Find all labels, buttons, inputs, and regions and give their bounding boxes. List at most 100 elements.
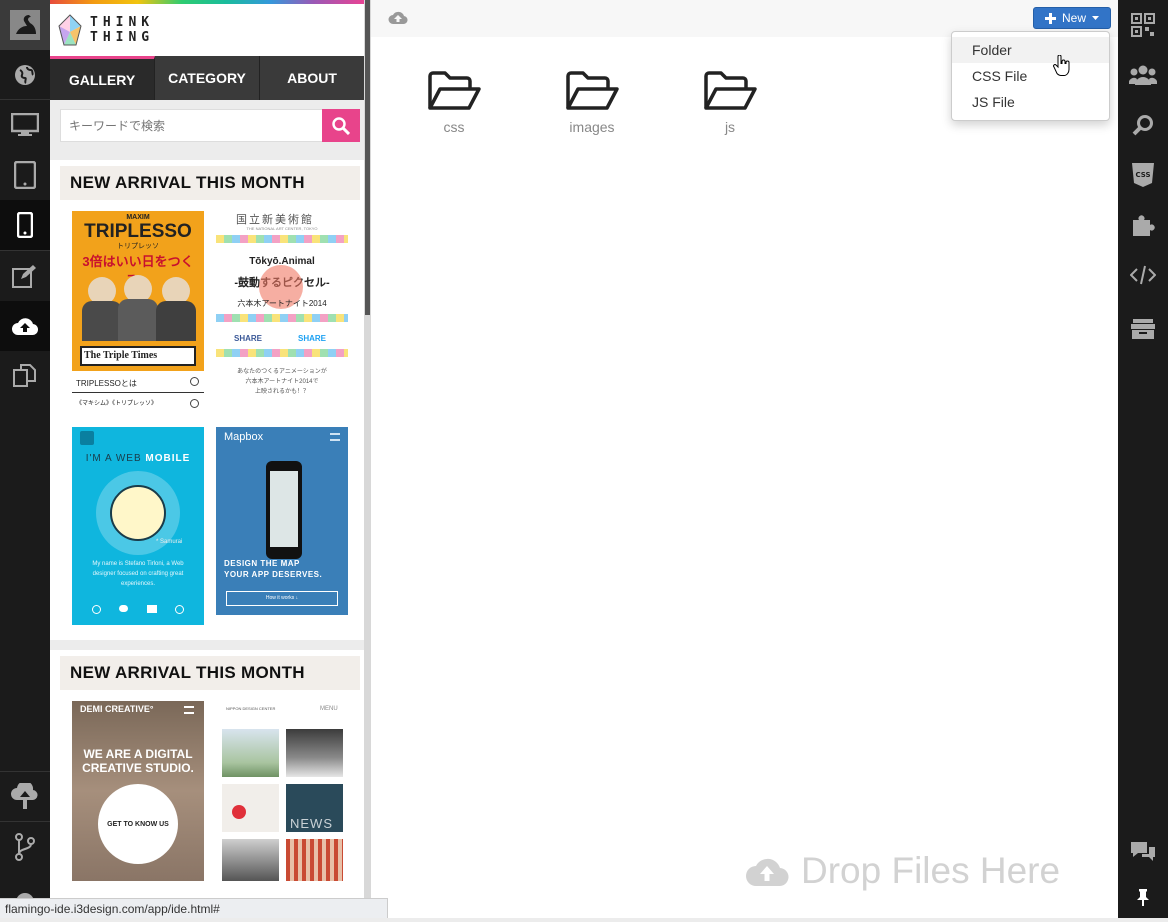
triplesso-photo: [82, 271, 196, 341]
menu-item-folder[interactable]: Folder: [952, 37, 1109, 63]
card-tokyo-animal[interactable]: 国立新美術館 THE NATIONAL ART CENTER, TOKYO Tō…: [216, 211, 348, 409]
webmobile-desc-3: experiences.: [120, 581, 156, 587]
tokyo-foot-3: 上映されるかも！？: [254, 389, 309, 395]
desktop-icon[interactable]: [0, 100, 50, 150]
webmobile-title-1: I'M A WEB: [85, 453, 142, 464]
new-button[interactable]: New: [1033, 7, 1111, 29]
pixel-strip: [216, 349, 348, 357]
edit-icon[interactable]: [0, 251, 50, 301]
mapbox-brand: Mapbox: [224, 431, 264, 443]
folder-js[interactable]: js: [680, 70, 780, 135]
cloud-upload-icon[interactable]: [388, 9, 408, 30]
tokyo-subheader: THE NATIONAL ART CENTER, TOKYO: [246, 226, 318, 231]
folder-css[interactable]: css: [404, 70, 504, 135]
triplesso-link-1[interactable]: TRIPLESSOとは: [76, 378, 137, 389]
copy-icon[interactable]: [0, 351, 50, 401]
nippon-menu[interactable]: MENU: [320, 706, 338, 712]
nav-gallery[interactable]: GALLERY: [50, 56, 155, 100]
left-toolbar: [0, 0, 50, 918]
section-new-arrival-2: NEW ARRIVAL THIS MONTH DEMI CREATIVE° WE…: [60, 650, 360, 890]
phone-icon[interactable]: [0, 200, 50, 250]
pin-icon[interactable]: [1118, 872, 1168, 922]
thinkthing-logo-icon: [58, 14, 82, 46]
triplesso-title: TRIPLESSO: [84, 221, 192, 242]
webmobile-desc-1: My name is Stefano Tirloni, a Web: [92, 561, 184, 567]
puzzle-icon[interactable]: [1118, 200, 1168, 250]
mapbox-button[interactable]: How it works ↓: [226, 591, 338, 606]
card-triplesso[interactable]: MAXIM TRIPLESSO トリプレッソ 3倍はいい日をつくる。 The T…: [72, 211, 204, 409]
chat-icon[interactable]: [1118, 827, 1168, 877]
drop-zone-label: Drop Files Here: [801, 850, 1061, 891]
qr-code-icon[interactable]: [1118, 0, 1168, 50]
triplesso-sub: トリプレッソ: [117, 243, 159, 250]
chevron-circle-icon: [190, 377, 199, 386]
section-title: NEW ARRIVAL THIS MONTH: [60, 160, 360, 200]
cloud-upload-icon: [746, 858, 789, 887]
logo-line-2: THING: [90, 30, 155, 45]
photo-car: [286, 729, 343, 777]
twitter-share[interactable]: SHARE: [298, 334, 326, 343]
site-nav: GALLERY CATEGORY ABOUT: [50, 56, 364, 100]
keyword-search-input[interactable]: [60, 109, 322, 142]
photo-objects: [222, 784, 279, 832]
tokyo-foot-2: 六本木アートナイト2014で: [245, 379, 319, 385]
pinterest-icon[interactable]: [174, 605, 184, 614]
card-web-mobile[interactable]: I'M A WEB MOBILE * Samurai My name is St…: [72, 427, 204, 625]
triplesso-link-2[interactable]: 《マキシム》《トリプレッソ》: [76, 398, 157, 407]
card-nippon-design[interactable]: NIPPON DESIGN CENTER MENU NEWS: [216, 701, 348, 881]
facebook-share[interactable]: SHARE: [234, 334, 262, 343]
deploy-icon[interactable]: [0, 772, 50, 822]
photo-building: [222, 839, 279, 881]
photo-wood: [286, 839, 343, 881]
search-icon[interactable]: [1118, 100, 1168, 150]
hand-cursor-icon: [1053, 54, 1071, 82]
menu-icon[interactable]: [330, 433, 340, 441]
cloud-upload-icon[interactable]: [0, 301, 50, 351]
behance-icon[interactable]: [146, 605, 157, 613]
tablet-icon[interactable]: [0, 150, 50, 200]
archive-icon[interactable]: [1118, 304, 1168, 354]
right-toolbar: CSS: [1118, 0, 1168, 918]
card-mapbox[interactable]: Mapbox DESIGN THE MAP YOUR APP DESERVES.…: [216, 427, 348, 615]
nav-category[interactable]: CATEGORY: [155, 56, 260, 100]
menu-icon[interactable]: [80, 431, 94, 445]
triplesso-paper-title: The Triple Times: [84, 350, 158, 361]
dribbble-icon[interactable]: [92, 605, 101, 614]
webmobile-desc-2: designer focused on crafting great: [92, 571, 184, 577]
card-demi-creative[interactable]: DEMI CREATIVE° WE ARE A DIGITAL CREATIVE…: [72, 701, 204, 881]
swan-logo-icon[interactable]: [0, 0, 50, 50]
css-icon[interactable]: CSS: [1118, 150, 1168, 200]
drop-zone[interactable]: Drop Files Here: [745, 850, 1060, 892]
nav-about[interactable]: ABOUT: [260, 56, 364, 100]
mobile-preview: THINK THING GALLERY CATEGORY ABOUT NEW A…: [50, 0, 364, 918]
users-icon[interactable]: [1118, 50, 1168, 100]
nippon-news: NEWS: [290, 816, 333, 831]
tokyo-header: 国立新美術館: [236, 214, 314, 226]
triplesso-brand: MAXIM: [126, 214, 150, 221]
menu-item-js-file[interactable]: JS File: [952, 89, 1109, 115]
folder-images[interactable]: images: [542, 70, 642, 135]
preview-scrollbar-thumb[interactable]: [365, 0, 370, 315]
twitter-icon[interactable]: [119, 605, 129, 612]
site-logo-text[interactable]: THINK THING: [90, 15, 154, 45]
logo-line-1: THINK: [90, 15, 155, 30]
new-dropdown-menu: Folder CSS File JS File: [951, 31, 1110, 121]
mapbox-headline-2: YOUR APP DESERVES.: [224, 570, 323, 579]
search-button[interactable]: [322, 109, 360, 142]
section-title: NEW ARRIVAL THIS MONTH: [60, 650, 360, 690]
status-bar: flamingo-ide.i3design.com/app/ide.html#: [0, 898, 388, 918]
globe-icon[interactable]: [0, 50, 50, 100]
new-button-label: New: [1061, 11, 1086, 25]
tokyo-foot-1: あなたのつくるアニメーションが: [237, 369, 327, 375]
site-header: THINK THING: [50, 4, 364, 56]
menu-item-css-file[interactable]: CSS File: [952, 63, 1109, 89]
folder-label: css: [443, 119, 465, 135]
branch-icon[interactable]: [0, 822, 50, 872]
nippon-brand: NIPPON DESIGN CENTER: [226, 706, 276, 711]
chevron-circle-icon: [190, 399, 199, 408]
code-icon[interactable]: [1118, 250, 1168, 300]
folder-label: js: [724, 119, 736, 135]
mapbox-headline-1: DESIGN THE MAP: [224, 559, 300, 568]
menu-icon[interactable]: [184, 706, 194, 714]
pixel-strip: [216, 235, 348, 243]
